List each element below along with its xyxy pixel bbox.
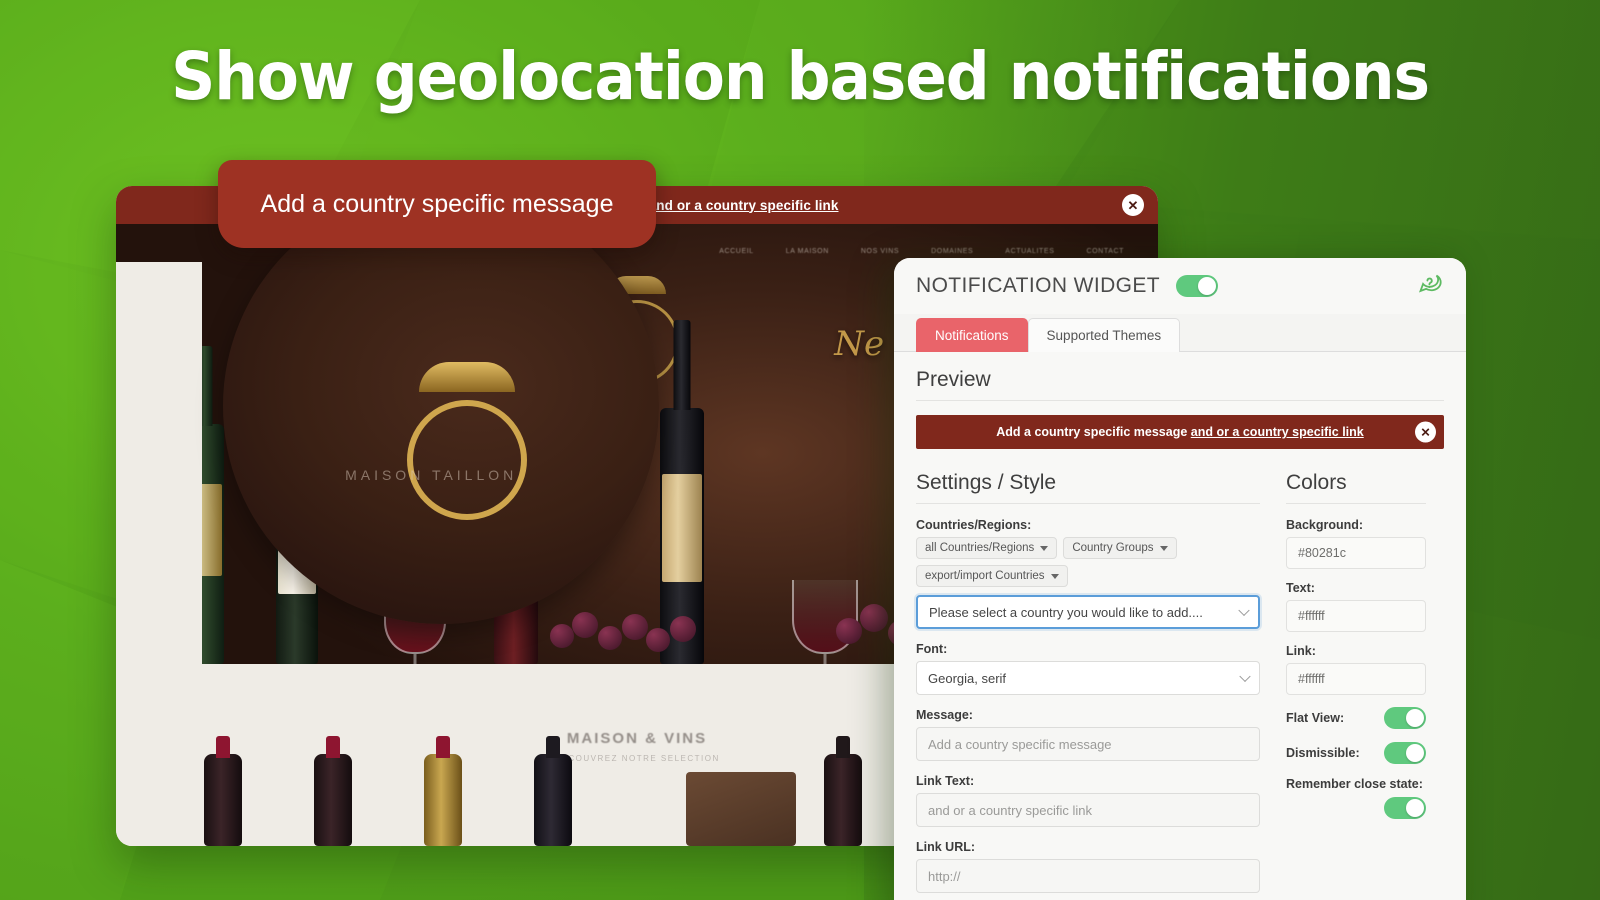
dismissible-label: Dismissible: — [1286, 746, 1360, 760]
link-color-label: Link: — [1286, 644, 1316, 658]
remember-close-row: Remember close state: — [1286, 777, 1426, 819]
background-color-input[interactable]: #80281c — [1286, 537, 1426, 569]
chip-country-groups[interactable]: Country Groups — [1063, 537, 1177, 559]
chevron-down-icon — [1040, 545, 1049, 551]
tab-supported-themes[interactable]: Supported Themes — [1027, 318, 1181, 352]
chevron-down-icon — [1050, 573, 1059, 579]
poster-canvas: Show geolocation based notifications Add… — [0, 0, 1600, 900]
nav-item: CONTACT — [1086, 248, 1124, 255]
preview-banner-text: Add a country specific message and or a … — [996, 425, 1363, 439]
chip-label: all Countries/Regions — [925, 542, 1035, 554]
nav-item: ACTUALITES — [1005, 248, 1055, 255]
mockup-side-panel — [116, 262, 202, 664]
chevron-down-icon — [1238, 604, 1250, 617]
colors-heading: Colors — [1286, 471, 1426, 504]
link-text-input[interactable]: and or a country specific link — [916, 793, 1260, 827]
mockup-lower-title: MAISON & VINS — [566, 730, 708, 747]
product-bottle — [306, 726, 360, 846]
link-url-label: Link URL: — [916, 840, 976, 854]
message-placeholder: Add a country specific message — [928, 736, 1112, 752]
background-color-value: #80281c — [1298, 546, 1346, 560]
settings-columns: Settings / Style Countries/Regions: all … — [916, 471, 1444, 893]
chip-label: Country Groups — [1072, 542, 1154, 554]
country-select[interactable]: Please select a country you would like t… — [916, 595, 1260, 629]
settings-heading: Settings / Style — [916, 471, 1260, 504]
remember-close-toggle[interactable] — [1384, 797, 1426, 819]
tab-notifications[interactable]: Notifications — [916, 318, 1028, 352]
page-title: Show geolocation based notifications — [171, 38, 1430, 115]
message-input[interactable]: Add a country specific message — [916, 727, 1260, 761]
mockup-notification-link[interactable]: and or a country specific link — [649, 198, 839, 213]
font-select-value: Georgia, serif — [928, 670, 1007, 686]
notification-widget-panel: NOTIFICATION WIDGET Notifications Suppor… — [894, 258, 1466, 900]
product-bottle — [526, 726, 580, 846]
chip-label: export/import Countries — [925, 570, 1045, 582]
panel-tabs: Notifications Supported Themes — [894, 314, 1466, 352]
nav-item: NOS VINS — [860, 248, 900, 255]
preview-banner-message: Add a country specific message — [996, 425, 1191, 439]
chevron-down-icon — [1159, 545, 1168, 551]
close-icon[interactable]: ✕ — [1415, 421, 1436, 443]
monogram-icon — [407, 400, 528, 521]
widget-enable-toggle[interactable] — [1176, 275, 1219, 297]
help-chat-icon[interactable] — [1414, 269, 1444, 304]
panel-title: NOTIFICATION WIDGET — [916, 274, 1161, 297]
link-color-value: #ffffff — [1298, 672, 1325, 686]
chip-export-import-countries[interactable]: export/import Countries — [916, 565, 1068, 587]
magnified-logo — [407, 362, 528, 521]
preview-heading: Preview — [916, 368, 1444, 401]
remember-close-label: Remember close state: — [1286, 777, 1423, 791]
toggle-knob — [1406, 709, 1424, 727]
product-bottle — [196, 726, 250, 846]
callout-text: Add a country specific message — [260, 189, 614, 218]
font-select[interactable]: Georgia, serif — [916, 661, 1260, 695]
panel-body: Preview Add a country specific message a… — [894, 352, 1466, 893]
callout-bubble: Add a country specific message — [218, 160, 656, 248]
toggle-knob — [1406, 799, 1424, 817]
toggle-knob — [1406, 744, 1424, 762]
settings-column: Settings / Style Countries/Regions: all … — [916, 471, 1260, 893]
link-color-input[interactable]: #ffffff — [1286, 663, 1426, 695]
flat-view-row: Flat View: — [1286, 707, 1426, 729]
country-select-value: Please select a country you would like t… — [929, 604, 1203, 620]
link-url-input[interactable]: http:// — [916, 859, 1260, 893]
chevron-down-icon — [1239, 670, 1251, 683]
nav-item: DOMAINES — [931, 248, 974, 255]
product-bottle — [416, 726, 470, 846]
product-bottle — [816, 726, 870, 846]
preview-banner-link[interactable]: and or a country specific link — [1191, 425, 1364, 439]
dismissible-toggle[interactable] — [1384, 742, 1426, 764]
link-url-placeholder: http:// — [928, 868, 961, 884]
message-label: Message: — [916, 708, 973, 722]
panel-header: NOTIFICATION WIDGET — [894, 258, 1466, 314]
preview-banner: Add a country specific message and or a … — [916, 415, 1444, 449]
nav-item: ACCUEIL — [719, 248, 754, 255]
countries-regions-label: Countries/Regions: — [916, 518, 1032, 532]
close-icon[interactable]: ✕ — [1122, 194, 1144, 216]
flat-view-label: Flat View: — [1286, 711, 1345, 725]
colors-column: Colors Background: #80281c Text: #ffffff… — [1286, 471, 1426, 893]
countries-chip-group: all Countries/Regions Country Groups exp… — [916, 537, 1260, 587]
nav-item: LA MAISON — [785, 248, 829, 255]
crest-icon — [419, 362, 516, 393]
grapes-cluster — [546, 602, 726, 662]
magnified-subtitle: MAISON TAILLON — [345, 467, 518, 484]
toggle-knob — [1198, 277, 1217, 295]
magnifier-lens: MAISON TAILLON — [223, 188, 659, 624]
text-color-value: #ffffff — [1298, 609, 1325, 623]
link-text-placeholder: and or a country specific link — [928, 802, 1093, 818]
chip-all-countries[interactable]: all Countries/Regions — [916, 537, 1058, 559]
link-text-label: Link Text: — [916, 774, 975, 788]
dismissible-row: Dismissible: — [1286, 742, 1426, 764]
text-color-label: Text: — [1286, 581, 1315, 595]
font-label: Font: — [916, 642, 948, 656]
text-color-input[interactable]: #ffffff — [1286, 600, 1426, 632]
flat-view-toggle[interactable] — [1384, 707, 1426, 729]
gift-box — [686, 766, 796, 846]
background-color-label: Background: — [1286, 518, 1364, 532]
